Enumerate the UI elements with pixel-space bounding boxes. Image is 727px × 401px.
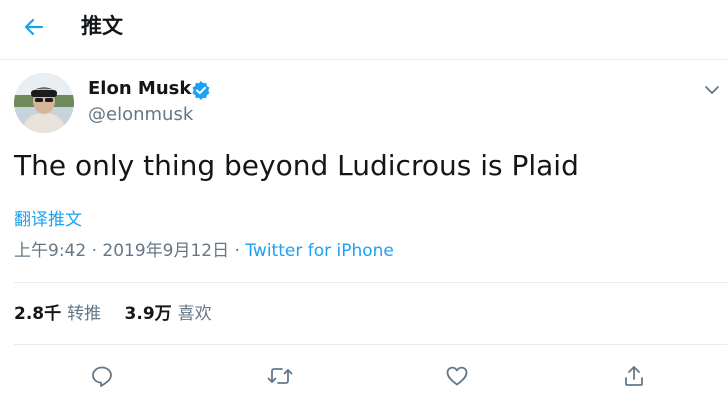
tweet-text: The only thing beyond Ludicrous is Plaid — [14, 149, 579, 182]
translate-tweet-link[interactable]: 翻译推文 — [14, 208, 82, 232]
meta-separator: · — [91, 241, 97, 261]
avatar[interactable] — [14, 73, 74, 133]
stats-divider-top — [14, 282, 727, 283]
back-button[interactable] — [16, 10, 52, 44]
retweets-stat[interactable]: 2.8千 转推 — [14, 304, 101, 324]
like-button[interactable] — [439, 358, 475, 394]
arrow-left-icon — [24, 18, 44, 36]
chevron-down-icon — [705, 86, 719, 94]
tweet-menu-button[interactable] — [700, 80, 724, 100]
tweet-meta: 上午9:42 · 2019年9月12日 · Twitter for iPhone — [14, 239, 394, 263]
page-title: 推文 — [81, 14, 123, 38]
retweet-icon — [267, 368, 293, 384]
header-divider — [0, 59, 727, 60]
meta-separator: · — [234, 241, 240, 261]
reply-icon — [92, 366, 112, 387]
share-button[interactable] — [616, 358, 652, 394]
author-name[interactable]: Elon Musk — [88, 77, 191, 101]
tweet-date[interactable]: 2019年9月12日 — [102, 241, 229, 261]
verified-badge-icon — [191, 80, 211, 100]
likes-label: 喜欢 — [177, 304, 212, 324]
tweet-stats: 2.8千 转推 3.9万 喜欢 — [14, 302, 212, 326]
retweets-label: 转推 — [67, 304, 102, 324]
retweet-button[interactable] — [262, 358, 298, 394]
tweet-source-link[interactable]: Twitter for iPhone — [245, 241, 394, 261]
retweets-count: 2.8千 — [14, 304, 62, 324]
tweet-time[interactable]: 上午9:42 — [14, 241, 86, 261]
heart-icon — [446, 366, 468, 386]
stats-divider-bottom — [14, 344, 727, 345]
likes-count: 3.9万 — [124, 304, 172, 324]
author-handle[interactable]: @elonmusk — [88, 103, 193, 127]
likes-stat[interactable]: 3.9万 喜欢 — [125, 304, 212, 324]
page-header: 推文 — [0, 0, 727, 54]
reply-button[interactable] — [84, 358, 120, 394]
share-icon — [625, 366, 643, 386]
tweet-actions — [0, 358, 727, 394]
